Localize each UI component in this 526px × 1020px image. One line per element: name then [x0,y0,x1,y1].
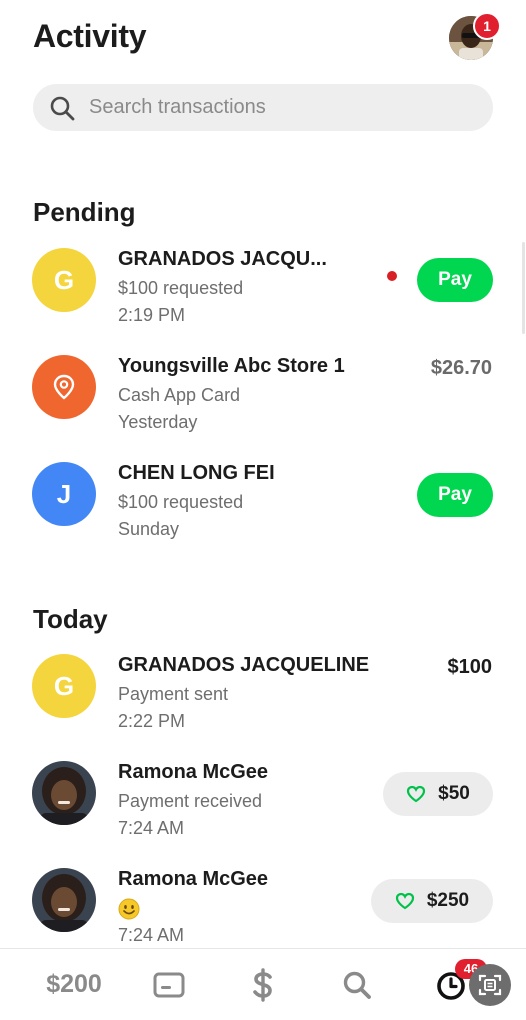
qr-scan-icon [469,963,511,1006]
row-time: Yesterday [118,412,198,432]
amount-pill[interactable]: $50 [383,772,493,816]
avatar [32,868,96,932]
section-title-pending: Pending [33,197,136,227]
row-subtitle: Cash App Card [118,385,241,405]
tab-scan[interactable] [467,949,513,1020]
row-amount: $26.70 [430,357,492,379]
row-amount: $50 [438,783,470,804]
avatar [32,761,96,825]
row-time: 7:24 AM [118,818,185,838]
avatar: J [32,462,96,526]
search-icon [50,96,75,120]
location-pin-icon [53,374,75,400]
row-amount: $100 [447,656,493,678]
bottom-tab-bar: $200 46 [0,948,526,1020]
avatar: G [32,248,96,312]
heart-icon [407,785,426,803]
pay-button[interactable]: Pay [417,258,493,302]
scrollbar[interactable] [522,242,525,334]
row-time: 7:24 AM [118,925,185,945]
search-bar[interactable] [33,84,493,131]
search-input[interactable] [87,95,471,120]
profile-photo-icon [32,868,96,932]
row-subtitle: Payment received [118,791,263,811]
row-name: GRANADOS JACQU... [118,248,327,270]
row-time: 2:19 PM [118,305,186,325]
profile-button[interactable]: 1 [449,12,501,60]
profile-photo-icon [32,761,96,825]
page-title: Activity [33,18,147,54]
pay-button[interactable]: Pay [417,473,493,517]
card-icon [153,972,185,997]
row-subtitle: $100 requested [118,492,244,512]
avatar [32,355,96,419]
section-title-today: Today [33,604,108,634]
row-name: Ramona McGee [118,868,269,890]
row-time: Sunday [118,519,180,539]
smiley-emoji-icon [118,898,140,920]
row-subtitle: $100 requested [118,278,244,298]
row-subtitle: Payment sent [118,684,229,704]
tab-search[interactable] [334,949,380,1020]
search-icon [343,971,371,999]
row-name: CHEN LONG FEI [118,462,275,484]
unread-dot [387,271,397,281]
header: Activity 1 [0,0,526,80]
row-name: GRANADOS JACQUELINE [118,654,370,676]
list-item[interactable]: Ramona McGee Payment received 7:24 AM $5… [0,761,526,861]
list-item[interactable]: Youngsville Abc Store 1 Cash App Card Ye… [0,355,526,455]
notification-badge: 1 [473,12,501,40]
list-item[interactable]: J CHEN LONG FEI $100 requested Sunday Pa… [0,462,526,562]
row-amount: $250 [426,890,470,911]
tab-money[interactable] [240,949,286,1020]
list-item[interactable]: G GRANADOS JACQUELINE Payment sent 2:22 … [0,654,526,754]
avatar: G [32,654,96,718]
row-time: 2:22 PM [118,711,186,731]
list-item[interactable]: G GRANADOS JACQU... $100 requested 2:19 … [0,248,526,348]
row-name: Youngsville Abc Store 1 [118,355,345,377]
dollar-icon [253,967,272,1002]
tab-balance[interactable]: $200 [30,949,118,1020]
tab-card[interactable] [146,949,192,1020]
row-name: Ramona McGee [118,761,269,783]
amount-pill[interactable]: $250 [371,879,493,923]
heart-icon [395,892,414,910]
